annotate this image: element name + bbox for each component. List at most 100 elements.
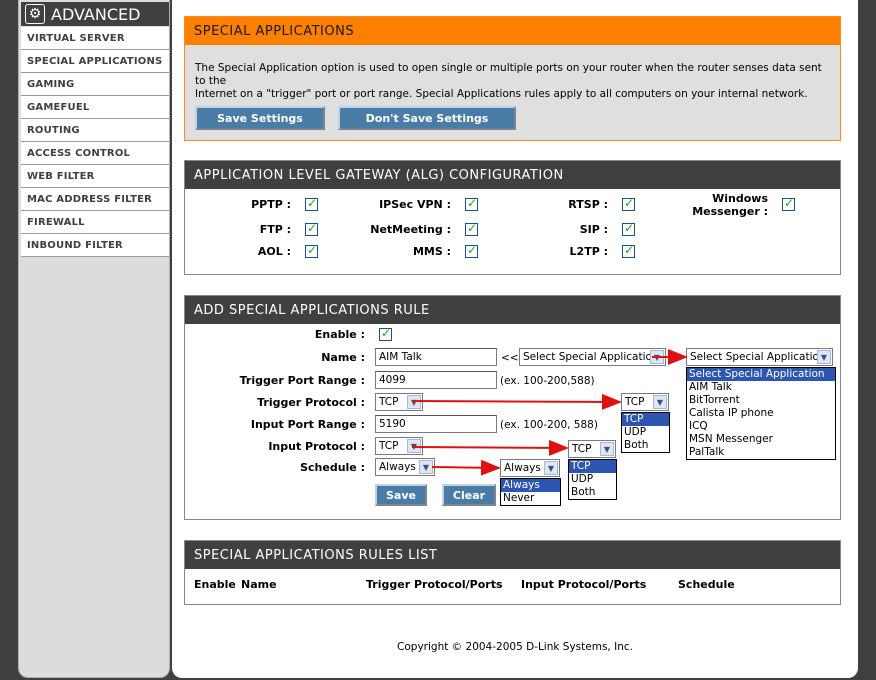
save-button[interactable]: Save (375, 484, 427, 506)
dropdown-option[interactable]: TCP (622, 413, 669, 426)
dropdown-option[interactable]: Never (501, 492, 560, 505)
sidebar-header: ⚙ ADVANCED (21, 2, 169, 26)
chevron-down-icon[interactable]: ▼ (407, 395, 421, 409)
schedule-list: Always Never (500, 478, 561, 506)
dropdown-option[interactable]: Always (501, 479, 560, 492)
main-content: SPECIAL APPLICATIONS The Special Applica… (172, 0, 858, 678)
input-port-range-input[interactable]: 5190 (375, 415, 497, 433)
dropdown-option[interactable]: Both (622, 439, 669, 452)
messenger-label-line: Messenger : (692, 205, 768, 218)
description-line-2: Internet on a "trigger" port or port ran… (195, 88, 808, 100)
dropdown-option[interactable]: AIM Talk (687, 381, 835, 394)
sip-label: SIP : (579, 223, 608, 236)
dont-save-settings-button[interactable]: Don't Save Settings (338, 106, 516, 130)
column-trigger: Trigger Protocol/Ports (366, 578, 503, 591)
panel-title: APPLICATION LEVEL GATEWAY (ALG) CONFIGUR… (185, 161, 840, 189)
l2tp-label: L2TP : (569, 245, 608, 258)
schedule-select-open[interactable]: Always ▼ (500, 459, 560, 477)
dropdown-option[interactable]: UDP (622, 426, 669, 439)
dropdown-option[interactable]: TCP (569, 460, 616, 473)
panel-description: The Special Application option is used t… (195, 62, 825, 101)
input-port-hint: (ex. 100-200, 588) (500, 419, 598, 431)
ftp-label: FTP : (259, 223, 291, 236)
trigger-protocol-select-open[interactable]: TCP ▼ (621, 393, 669, 411)
input-protocol-list: TCP UDP Both (568, 459, 617, 500)
dropdown-option[interactable]: BitTorrent (687, 394, 835, 407)
save-settings-button[interactable]: Save Settings (195, 106, 325, 130)
sidebar-item-mac-address-filter[interactable]: MAC ADDRESS FILTER (21, 188, 169, 211)
column-schedule: Schedule (678, 578, 735, 591)
sidebar-item-inbound-filter[interactable]: INBOUND FILTER (21, 234, 169, 257)
clear-button[interactable]: Clear (442, 484, 496, 506)
input-protocol-value: TCP (379, 440, 399, 452)
pptp-checkbox[interactable] (305, 196, 318, 211)
input-protocol-select-open[interactable]: TCP ▼ (568, 440, 616, 458)
chevron-down-icon[interactable]: ▼ (407, 439, 421, 453)
sip-checkbox[interactable] (622, 221, 635, 236)
copyright: Copyright © 2004-2005 D-Link Systems, In… (397, 641, 633, 653)
rtsp-label: RTSP : (568, 198, 608, 211)
ftp-checkbox[interactable] (305, 221, 318, 236)
chevron-down-icon[interactable]: ▼ (817, 350, 831, 364)
column-enable: Enable (194, 578, 236, 591)
windows-messenger-checkbox[interactable] (782, 196, 795, 211)
copy-arrows: << (501, 352, 519, 364)
sidebar-item-routing[interactable]: ROUTING (21, 119, 169, 142)
ipsec-label: IPSec VPN : (379, 198, 451, 211)
chevron-down-icon[interactable]: ▼ (544, 461, 558, 475)
dropdown-option[interactable]: Select Special Application (687, 368, 835, 381)
sidebar-item-firewall[interactable]: FIREWALL (21, 211, 169, 234)
mms-checkbox[interactable] (465, 243, 478, 258)
application-select-open[interactable]: Select Special Application ▼ (686, 348, 833, 366)
sidebar-item-access-control[interactable]: ACCESS CONTROL (21, 142, 169, 165)
dropdown-option[interactable]: Both (569, 486, 616, 499)
dropdown-option[interactable]: PalTalk (687, 446, 835, 459)
dropdown-option[interactable]: Calista IP phone (687, 407, 835, 420)
chevron-down-icon[interactable]: ▼ (419, 460, 433, 474)
input-protocol-label: Input Protocol : (268, 440, 365, 453)
rtsp-checkbox[interactable] (622, 196, 635, 211)
chevron-down-icon[interactable]: ▼ (600, 442, 614, 456)
description-line-1: The Special Application option is used t… (195, 62, 822, 87)
schedule-select[interactable]: Always ▼ (375, 458, 435, 476)
input-protocol-open-value: TCP (572, 443, 592, 455)
trigger-port-range-label: Trigger Port Range : (239, 374, 365, 387)
input-protocol-select[interactable]: TCP ▼ (375, 437, 423, 455)
dropdown-option[interactable]: UDP (569, 473, 616, 486)
aol-label: AOL : (257, 245, 291, 258)
name-input[interactable]: AIM Talk (375, 348, 497, 366)
enable-label: Enable : (314, 328, 365, 341)
gear-icon: ⚙ (25, 4, 45, 24)
sidebar-item-web-filter[interactable]: WEB FILTER (21, 165, 169, 188)
sidebar-item-gamefuel[interactable]: GAMEFUEL (21, 96, 169, 119)
aol-checkbox[interactable] (305, 243, 318, 258)
sidebar-item-special-applications[interactable]: SPECIAL APPLICATIONS (21, 50, 169, 73)
application-dropdown-list: Select Special Application AIM Talk BitT… (686, 367, 836, 460)
sidebar-item-virtual-server[interactable]: VIRTUAL SERVER (21, 27, 169, 50)
special-applications-panel: SPECIAL APPLICATIONS The Special Applica… (184, 16, 841, 141)
panel-title: ADD SPECIAL APPLICATIONS RULE (185, 296, 840, 324)
windows-label-line: Windows (712, 192, 768, 205)
name-label: Name : (321, 351, 365, 364)
windows-messenger-label: Windows Messenger : (685, 192, 768, 218)
sidebar-item-gaming[interactable]: GAMING (21, 73, 169, 96)
application-select[interactable]: Select Special Application ▼ (519, 348, 666, 366)
sidebar-title: ADVANCED (51, 4, 141, 24)
add-rule-panel: ADD SPECIAL APPLICATIONS RULE Enable : N… (184, 295, 841, 520)
l2tp-checkbox[interactable] (622, 243, 635, 258)
chevron-down-icon[interactable]: ▼ (653, 395, 667, 409)
panel-title: SPECIAL APPLICATIONS RULES LIST (185, 541, 840, 569)
trigger-protocol-open-value: TCP (625, 396, 645, 408)
chevron-down-icon[interactable]: ▼ (650, 350, 664, 364)
netmeeting-label: NetMeeting : (370, 223, 451, 236)
application-select-value: Select Special Application (523, 351, 659, 363)
ipsec-checkbox[interactable] (465, 196, 478, 211)
sidebar: ⚙ ADVANCED VIRTUAL SERVER SPECIAL APPLIC… (18, 0, 170, 678)
enable-checkbox[interactable] (379, 326, 392, 341)
rules-list-panel: SPECIAL APPLICATIONS RULES LIST Enable N… (184, 540, 841, 605)
trigger-protocol-select[interactable]: TCP ▼ (375, 393, 423, 411)
dropdown-option[interactable]: MSN Messenger (687, 433, 835, 446)
dropdown-option[interactable]: ICQ (687, 420, 835, 433)
netmeeting-checkbox[interactable] (465, 221, 478, 236)
trigger-port-range-input[interactable]: 4099 (375, 371, 497, 389)
